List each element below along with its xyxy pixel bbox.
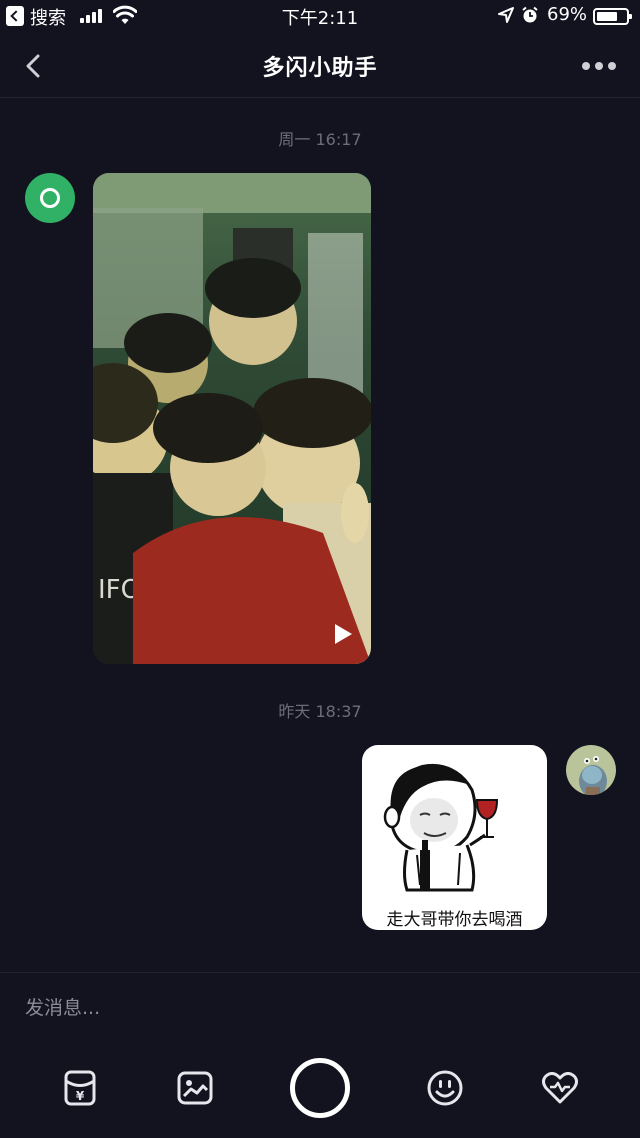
location-arrow-icon	[498, 7, 514, 23]
alarm-icon	[522, 6, 538, 23]
sticker-caption: 走大哥带你去喝酒	[386, 910, 523, 930]
heart-icon[interactable]	[540, 1068, 580, 1108]
status-bar: 搜索 下午2:11 69%	[0, 0, 640, 34]
battery-icon	[593, 8, 632, 25]
message-timestamp: 周一 16:17	[278, 130, 362, 149]
assistant-avatar[interactable]	[25, 173, 75, 223]
emoji-icon[interactable]	[425, 1068, 465, 1108]
camera-shutter-icon[interactable]	[290, 1058, 350, 1118]
video-message[interactable]: IFORN	[93, 173, 371, 664]
battery-percent: 69%	[547, 4, 588, 25]
red-packet-icon[interactable]: ¥	[60, 1068, 100, 1108]
more-options-icon[interactable]	[582, 62, 618, 70]
sticker-message[interactable]: 走大哥带你去喝酒	[362, 745, 547, 930]
play-icon[interactable]	[330, 622, 354, 646]
video-thumbnail: IFORN	[93, 173, 371, 664]
message-input[interactable]	[25, 993, 615, 1023]
user-avatar[interactable]	[566, 745, 616, 795]
status-time: 下午2:11	[281, 8, 359, 29]
message-timestamp: 昨天 18:37	[278, 702, 362, 721]
image-icon[interactable]	[175, 1068, 215, 1108]
svg-text:¥: ¥	[76, 1089, 85, 1103]
nav-bar: 多闪小助手	[0, 34, 640, 98]
meme-sticker-image	[383, 763, 499, 892]
page-title: 多闪小助手	[262, 56, 378, 81]
